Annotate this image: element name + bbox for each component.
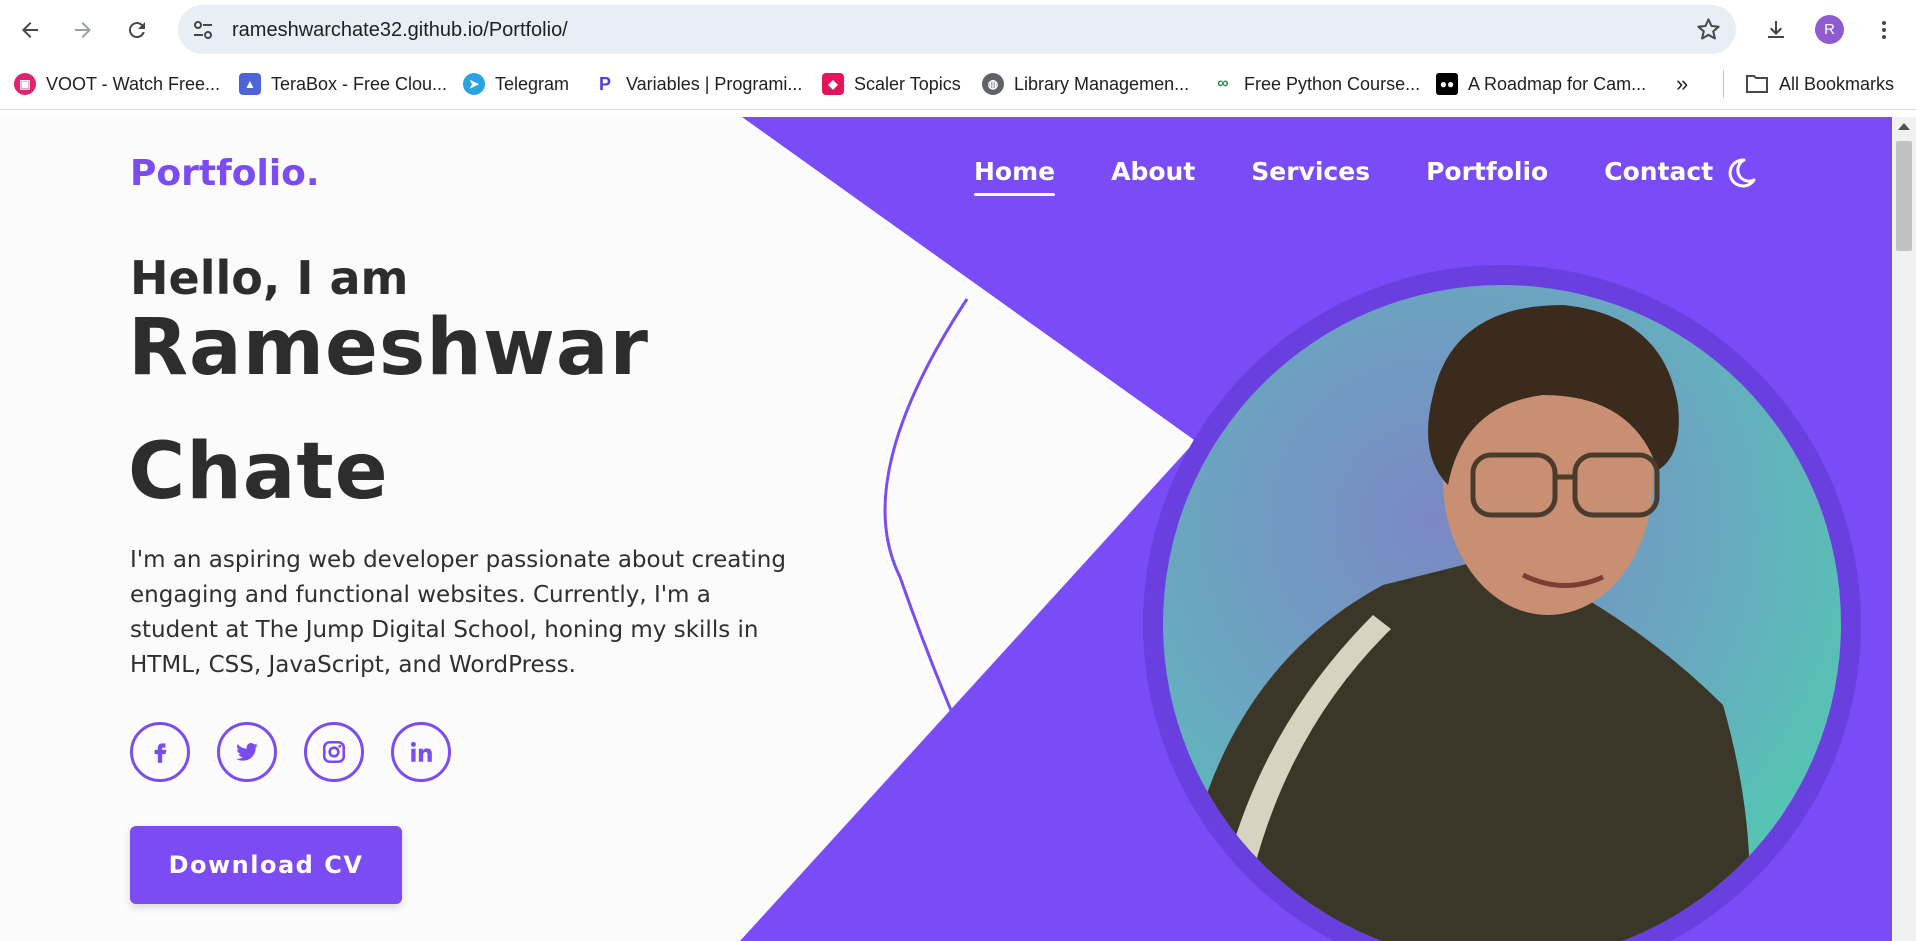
bookmark-label: Variables | Programi... xyxy=(626,73,803,94)
address-bar[interactable]: rameshwarchate32.github.io/Portfolio/ xyxy=(178,5,1736,54)
url-text[interactable]: rameshwarchate32.github.io/Portfolio/ xyxy=(232,19,568,42)
download-icon xyxy=(1768,21,1784,38)
reload-button[interactable] xyxy=(119,12,155,48)
bookmark-programiz[interactable]: P Variables | Programi... xyxy=(594,70,802,98)
all-bookmarks-button[interactable]: All Bookmarks xyxy=(1745,70,1894,98)
site-info-icon[interactable] xyxy=(190,17,216,43)
bookmark-library[interactable]: ◍ Library Managemen... xyxy=(982,70,1189,98)
nav-portfolio[interactable]: Portfolio xyxy=(1426,157,1548,186)
scaler-icon: ◆ xyxy=(822,73,844,95)
linkedin-link[interactable] xyxy=(391,722,451,782)
browser-menu-button[interactable] xyxy=(1866,12,1902,48)
facebook-link[interactable] xyxy=(130,722,190,782)
medium-icon: ●● xyxy=(1436,73,1458,95)
bookmark-terabox[interactable]: ▲ TeraBox - Free Clou... xyxy=(239,70,447,98)
bookmark-label: Library Managemen... xyxy=(1014,73,1190,94)
star-icon[interactable] xyxy=(1695,16,1722,43)
twitter-link[interactable] xyxy=(217,722,277,782)
bookmark-scaler[interactable]: ◆ Scaler Topics xyxy=(822,70,961,98)
all-bookmarks-label: All Bookmarks xyxy=(1779,73,1895,94)
bookmark-label: VOOT - Watch Free... xyxy=(46,73,221,94)
bookmarks-divider xyxy=(1723,70,1724,98)
main-nav: Home About Services Portfolio Contact xyxy=(974,157,1713,196)
hero-bio: I'm an aspiring web developer passionate… xyxy=(130,547,786,678)
reload-icon xyxy=(128,22,145,39)
linkedin-icon xyxy=(410,741,432,762)
download-button[interactable] xyxy=(1758,12,1794,48)
telegram-icon: ➤ xyxy=(463,73,485,95)
profile-avatar[interactable]: R xyxy=(1815,15,1844,44)
folder-icon xyxy=(1746,75,1768,93)
site-logo[interactable]: Portfolio. xyxy=(130,153,320,194)
hero-greeting: Hello, I am xyxy=(130,251,409,305)
profile-photo xyxy=(1163,285,1841,941)
bookmark-label: Free Python Course... xyxy=(1244,73,1421,94)
programiz-icon: P xyxy=(598,73,611,94)
bookmark-roadmap[interactable]: ●● A Roadmap for Cam... xyxy=(1436,70,1646,98)
instagram-icon xyxy=(322,740,346,764)
nav-home[interactable]: Home xyxy=(974,157,1056,196)
bookmark-python[interactable]: ∞ Free Python Course... xyxy=(1212,70,1420,98)
more-bookmarks-button[interactable]: » xyxy=(1676,70,1688,98)
bookmark-voot[interactable]: ▣ VOOT - Watch Free... xyxy=(14,70,220,98)
download-cv-button[interactable]: Download CV xyxy=(130,826,402,904)
social-links xyxy=(130,722,451,782)
nav-about[interactable]: About xyxy=(1111,157,1195,186)
forward-button[interactable] xyxy=(65,12,101,48)
scrollbar-thumb[interactable] xyxy=(1896,141,1912,251)
voot-icon: ▣ xyxy=(14,73,36,95)
bookmark-label: A Roadmap for Cam... xyxy=(1468,73,1647,94)
hero-name-last: Chate xyxy=(128,427,389,517)
facebook-icon xyxy=(154,743,167,763)
twitter-icon xyxy=(236,743,258,761)
bookmark-label: TeraBox - Free Clou... xyxy=(271,73,448,94)
page-viewport: Portfolio. Home About Services Portfolio… xyxy=(0,117,1892,941)
bookmark-telegram[interactable]: ➤ Telegram xyxy=(463,70,569,98)
forward-icon xyxy=(75,22,91,38)
page-scrollbar[interactable] xyxy=(1892,117,1916,941)
bookmarks-bar: ▣ VOOT - Watch Free... ▲ TeraBox - Free … xyxy=(0,58,1916,110)
bookmark-label: Telegram xyxy=(495,73,570,94)
browser-toolbar: rameshwarchate32.github.io/Portfolio/ R xyxy=(0,0,1916,58)
back-icon xyxy=(22,22,38,38)
nav-contact[interactable]: Contact xyxy=(1604,157,1713,186)
moon-icon[interactable] xyxy=(1722,155,1758,191)
menu-dots-icon xyxy=(1882,21,1886,39)
chevron-double-right-icon: » xyxy=(1676,71,1689,96)
instagram-link[interactable] xyxy=(304,722,364,782)
scroll-up-arrow-icon[interactable] xyxy=(1898,123,1910,130)
back-button[interactable] xyxy=(12,12,48,48)
terabox-icon: ▲ xyxy=(239,73,261,95)
gfg-icon: ∞ xyxy=(1217,75,1229,92)
bookmark-label: Scaler Topics xyxy=(854,73,961,94)
globe-icon: ◍ xyxy=(982,73,1004,95)
hero-name-first: Rameshwar xyxy=(128,303,649,393)
nav-services[interactable]: Services xyxy=(1251,157,1370,186)
person-illustration xyxy=(1203,305,1750,941)
